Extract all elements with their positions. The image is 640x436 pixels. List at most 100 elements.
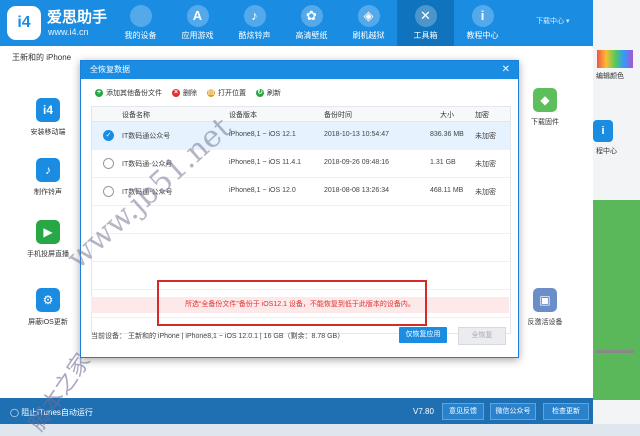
delete-icon: × (172, 89, 180, 97)
apple-icon (129, 5, 152, 27)
cell-version: iPhone8,1 ~ iOS 12.1 (229, 131, 296, 138)
row-radio[interactable] (103, 186, 114, 197)
tool-item-3[interactable]: ⚙ 屏蔽iOS更新 (18, 288, 78, 327)
tools-icon: ✕ (414, 5, 437, 27)
nav-item-3[interactable]: ✿ 高清壁纸 (283, 0, 340, 46)
download-center-button[interactable]: 下载中心 ▾ (536, 16, 569, 26)
cell-version: iPhone8,1 ~ iOS 12.0 (229, 187, 296, 194)
brand-url: www.i4.cn (48, 27, 89, 37)
app-store-icon: A (186, 5, 209, 27)
bell-icon: ♪ (243, 5, 266, 27)
dialog-toolbar: + 添加其他备份文件 × 删除 ▤ 打开位置 ↻ 刷新 (95, 88, 281, 98)
toolbar-label: 添加其他备份文件 (106, 90, 162, 97)
wechat-button[interactable]: 微信公众号 (490, 403, 536, 420)
toolbar-label: 删除 (183, 90, 197, 97)
row-radio[interactable] (103, 158, 114, 169)
table-header: 设备名称 设备版本 备份时间 大小 加密 (92, 107, 510, 122)
nav-label: 刷机越狱 (352, 31, 385, 40)
col-device-version: 设备版本 (229, 112, 257, 119)
table-row[interactable]: IT数码通-公众号 iPhone8,1 ~ iOS 11.4.1 2018-09-2… (92, 150, 510, 178)
color-palette-icon (597, 50, 633, 68)
slider-track[interactable] (596, 350, 634, 353)
nav-item-4[interactable]: ◈ 刷机越狱 (340, 0, 397, 46)
cell-name: IT数码通公众号 (122, 133, 171, 140)
tool-item-2[interactable]: ▶ 手机投屏直播 (18, 220, 78, 259)
tool-item-1[interactable]: ♪ 制作铃声 (18, 158, 78, 197)
add-icon: + (95, 89, 103, 97)
toolbar-item-1[interactable]: × 删除 (172, 88, 197, 98)
device-name-tab[interactable]: 王新和的 iPhone (12, 52, 71, 63)
nav-item-0[interactable]: 我的设备 (112, 0, 169, 46)
current-device-info: 当前设备： 王新和的 iPhone | iPhone8,1 ~ iOS 12.0… (91, 333, 345, 340)
nav-label: 我的设备 (124, 31, 157, 40)
status-footer: ◯ 阻止iTunes自动运行 V7.80 意见反馈 微信公众号 检查更新 (0, 398, 593, 424)
empty-row (92, 262, 510, 290)
block-itunes-toggle[interactable]: ◯ 阻止iTunes自动运行 (10, 407, 93, 418)
col-device-name: 设备名称 (122, 112, 150, 119)
tool-icon: i4 (36, 98, 60, 122)
edit-color-label: 编辑颜色 (596, 73, 624, 80)
col-encryption: 加密 (475, 112, 489, 119)
nav-label: 应用游戏 (181, 31, 214, 40)
tool-icon: ◆ (533, 88, 557, 112)
empty-row (92, 206, 510, 234)
brand-name: 爱思助手 (47, 9, 108, 26)
refresh-icon: ↻ (256, 89, 264, 97)
cell-size: 836.36 MB (430, 131, 464, 138)
main-nav: 我的设备 A 应用游戏 ♪ 酷炫铃声 ✿ 高清壁纸 ◈ 刷机越狱 ✕ 工具箱 i 教程中心 (112, 0, 511, 46)
nav-label: 酷炫铃声 (238, 31, 271, 40)
tool-item-0[interactable]: i4 安装移动端 (18, 98, 78, 137)
toolbar-item-0[interactable]: + 添加其他备份文件 (95, 88, 162, 98)
folder-icon: ▤ (207, 89, 215, 97)
app-logo: i4 (7, 6, 41, 40)
cell-time: 2018-08-08 13:26:34 (324, 187, 389, 194)
tool-label: 制作铃声 (34, 189, 62, 196)
empty-row (92, 234, 510, 262)
version-label: V7.80 (413, 407, 434, 416)
check-update-button[interactable]: 检查更新 (543, 403, 589, 420)
col-size: 大小 (440, 112, 454, 119)
cell-time: 2018-10-13 10:54:47 (324, 131, 389, 138)
nav-label: 教程中心 (466, 31, 499, 40)
tool-label: 反激活设备 (527, 319, 563, 326)
nav-item-6[interactable]: i 教程中心 (454, 0, 511, 46)
flower-icon: ✿ (300, 5, 323, 27)
cell-size: 468.11 MB (430, 187, 464, 194)
nav-item-2[interactable]: ♪ 酷炫铃声 (226, 0, 283, 46)
cell-name: IT数码通-公众号 (122, 189, 173, 196)
full-restore-button[interactable]: 全恢复 (458, 327, 506, 345)
cell-version: iPhone8,1 ~ iOS 11.4.1 (229, 159, 302, 166)
table-row[interactable]: IT数码通-公众号 iPhone8,1 ~ iOS 12.0 2018-08-08 … (92, 178, 510, 206)
tool-icon: ⚙ (36, 288, 60, 312)
tool-item-4[interactable]: ◆ 下载固件 (515, 88, 575, 127)
cell-enc: 未加密 (475, 189, 496, 196)
nav-item-5[interactable]: ✕ 工具箱 (397, 0, 454, 46)
cell-size: 1.31 GB (430, 159, 456, 166)
toolbar-item-2[interactable]: ▤ 打开位置 (207, 88, 246, 98)
cell-enc: 未加密 (475, 161, 496, 168)
cell-enc: 未加密 (475, 133, 496, 140)
tool-icon: ♪ (36, 158, 60, 182)
close-icon[interactable]: ✕ (502, 61, 510, 79)
nav-label: 工具箱 (413, 31, 438, 40)
tool-label: 安装移动端 (30, 129, 66, 136)
tool-icon: ▣ (533, 288, 557, 312)
desktop-background (593, 200, 640, 400)
restore-dialog: 全恢复数据 ✕ + 添加其他备份文件 × 删除 ▤ 打开位置 ↻ 刷新 设备名称 设备版本 备… (80, 60, 519, 358)
table-row[interactable]: ✓ IT数码通公众号 iPhone8,1 ~ iOS 12.1 2018-10-13 … (92, 122, 510, 150)
nav-item-1[interactable]: A 应用游戏 (169, 0, 226, 46)
top-header: i4 爱思助手 www.i4.cn 我的设备 A 应用游戏 ♪ 酷炫铃声 ✿ 高清壁纸 ◈ 刷机… (0, 0, 593, 46)
feedback-button[interactable]: 意见反馈 (442, 403, 484, 420)
dialog-title: 全恢复数据 (90, 65, 130, 74)
tool-label: 手机投屏直播 (27, 251, 69, 258)
block-itunes-label: 阻止iTunes自动运行 (21, 408, 93, 417)
cell-time: 2018-09-26 09:48:16 (324, 159, 389, 166)
tool-item-5[interactable]: ▣ 反激活设备 (515, 288, 575, 327)
tool-label: 屏蔽iOS更新 (28, 319, 68, 326)
info-icon: i (593, 120, 613, 142)
tutorial-center-label: 程中心 (596, 148, 617, 155)
toolbar-item-3[interactable]: ↻ 刷新 (256, 88, 281, 98)
row-radio[interactable]: ✓ (103, 130, 114, 141)
restore-apps-button[interactable]: 仅恢复应用 (399, 327, 447, 343)
nav-label: 高清壁纸 (295, 31, 328, 40)
